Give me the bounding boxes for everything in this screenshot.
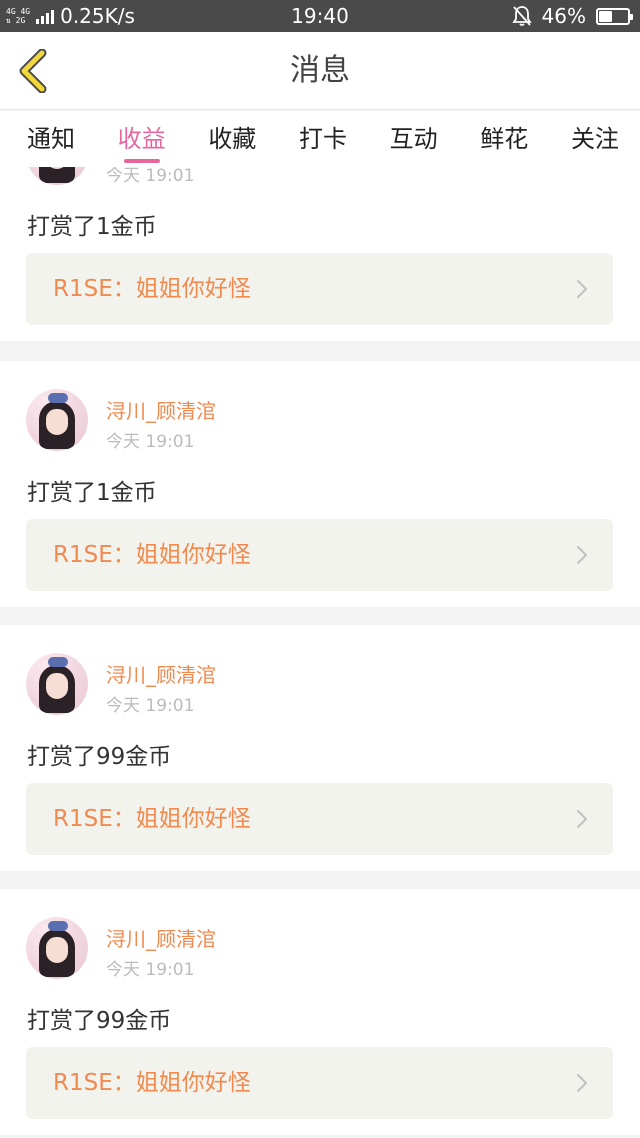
tab-bar: 通知 收益 收藏 打卡 互动 鲜花 关注: [0, 111, 640, 167]
post-title: R1SE：姐姐你好怪: [53, 1070, 251, 1096]
post-link[interactable]: R1SE：姐姐你好怪: [26, 783, 613, 855]
tab-1[interactable]: 收益: [107, 111, 177, 167]
avatar[interactable]: [26, 167, 88, 185]
timestamp: 今天 19:01: [106, 432, 195, 452]
page-title: 消息: [290, 53, 350, 88]
username[interactable]: 浔川_顾清涫: [106, 395, 216, 424]
message-card: 浔川_顾清涫今天 19:01 打赏了99金币 R1SE：姐姐你好怪: [0, 625, 640, 871]
message-feed[interactable]: 浔川_顾清涫今天 19:01打赏了1金币R1SE：姐姐你好怪浔川_顾清涫今天 1…: [0, 167, 640, 1138]
reward-text: 打赏了99金币: [27, 1008, 172, 1034]
avatar[interactable]: [26, 389, 88, 451]
chevron-right-icon: [576, 545, 588, 565]
message-card: 浔川_顾清涫今天 19:01 打赏了1金币 R1SE：姐姐你好怪: [0, 361, 640, 607]
tab-0[interactable]: 通知: [16, 111, 86, 167]
nav-bar: 消息: [0, 32, 640, 110]
chevron-right-icon: [576, 809, 588, 829]
avatar[interactable]: [26, 653, 88, 715]
battery-icon: [596, 7, 633, 25]
post-link[interactable]: R1SE：姐姐你好怪: [26, 519, 613, 591]
reward-text: 打赏了1金币: [27, 214, 157, 240]
post-link[interactable]: R1SE：姐姐你好怪: [26, 1047, 613, 1119]
tab-6[interactable]: 关注: [560, 111, 630, 167]
timestamp: 今天 19:01: [106, 960, 195, 980]
timestamp: 今天 19:01: [106, 696, 195, 716]
status-bar: 4G 4G ⇅ 2G 0.25K/s 19:40 46%: [0, 0, 640, 32]
tab-5[interactable]: 鲜花: [469, 111, 539, 167]
chevron-right-icon: [576, 1073, 588, 1093]
status-right: 46%: [511, 0, 633, 32]
chevron-right-icon: [576, 279, 588, 299]
reward-text: 打赏了99金币: [27, 744, 172, 770]
timestamp: 今天 19:01: [106, 167, 195, 186]
bell-off-icon: [511, 6, 532, 26]
avatar[interactable]: [26, 917, 88, 979]
username[interactable]: 浔川_顾清涫: [106, 659, 216, 688]
tab-3[interactable]: 打卡: [288, 111, 358, 167]
battery-percent: 46%: [541, 4, 586, 28]
post-title: R1SE：姐姐你好怪: [53, 542, 251, 568]
battery-level: [599, 10, 612, 22]
tab-2[interactable]: 收藏: [197, 111, 267, 167]
post-title: R1SE：姐姐你好怪: [53, 806, 251, 832]
message-card: 浔川_顾清涫今天 19:01打赏了1金币R1SE：姐姐你好怪: [0, 167, 640, 341]
message-card: 浔川_顾清涫今天 19:01 打赏了99金币 R1SE：姐姐你好怪: [0, 889, 640, 1135]
reward-text: 打赏了1金币: [27, 480, 157, 506]
username[interactable]: 浔川_顾清涫: [106, 923, 216, 952]
tab-4[interactable]: 互动: [379, 111, 449, 167]
post-link[interactable]: R1SE：姐姐你好怪: [26, 253, 613, 325]
post-title: R1SE：姐姐你好怪: [53, 276, 251, 302]
